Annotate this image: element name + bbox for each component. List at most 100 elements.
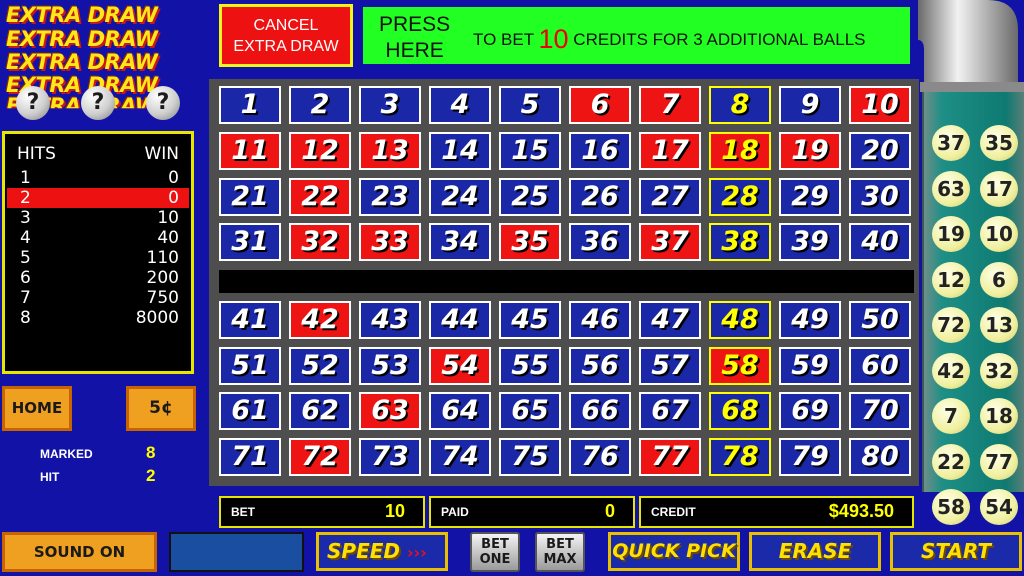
keno-number-10[interactable]: 10 bbox=[849, 86, 911, 124]
keno-number-32[interactable]: 32 bbox=[289, 223, 351, 261]
keno-number-37[interactable]: 37 bbox=[639, 223, 701, 261]
drawn-ball: 18 bbox=[980, 398, 1018, 434]
keno-number-75[interactable]: 75 bbox=[499, 438, 561, 476]
keno-number-30[interactable]: 30 bbox=[849, 178, 911, 216]
keno-number-62[interactable]: 62 bbox=[289, 392, 351, 430]
drawn-ball: 10 bbox=[980, 216, 1018, 252]
start-button[interactable]: START bbox=[890, 532, 1022, 571]
keno-number-50[interactable]: 50 bbox=[849, 301, 911, 339]
keno-number-45[interactable]: 45 bbox=[499, 301, 561, 339]
keno-number-58[interactable]: 58 bbox=[709, 347, 771, 385]
keno-number-47[interactable]: 47 bbox=[639, 301, 701, 339]
keno-number-69[interactable]: 69 bbox=[779, 392, 841, 430]
home-button[interactable]: HOME bbox=[2, 386, 72, 431]
keno-number-36[interactable]: 36 bbox=[569, 223, 631, 261]
bet-value: 10 bbox=[384, 501, 405, 521]
keno-number-6[interactable]: 6 bbox=[569, 86, 631, 124]
extra-draw-offer-button[interactable]: PRESS HERE TO BET 10 CREDITS FOR 3 ADDIT… bbox=[360, 4, 913, 67]
keno-number-67[interactable]: 67 bbox=[639, 392, 701, 430]
keno-number-57[interactable]: 57 bbox=[639, 347, 701, 385]
keno-number-66[interactable]: 66 bbox=[569, 392, 631, 430]
keno-number-12[interactable]: 12 bbox=[289, 132, 351, 170]
keno-number-53[interactable]: 53 bbox=[359, 347, 421, 385]
keno-number-48[interactable]: 48 bbox=[709, 301, 771, 339]
keno-number-21[interactable]: 21 bbox=[219, 178, 281, 216]
erase-button[interactable]: ERASE bbox=[749, 532, 881, 571]
keno-number-55[interactable]: 55 bbox=[499, 347, 561, 385]
keno-number-18[interactable]: 18 bbox=[709, 132, 771, 170]
keno-number-79[interactable]: 79 bbox=[779, 438, 841, 476]
speed-button[interactable]: SPEED ››› bbox=[316, 532, 448, 571]
keno-number-9[interactable]: 9 bbox=[779, 86, 841, 124]
keno-number-14[interactable]: 14 bbox=[429, 132, 491, 170]
pay-table-header: HITS WIN bbox=[17, 144, 179, 164]
hit-value: 2 bbox=[146, 466, 156, 485]
keno-number-1[interactable]: 1 bbox=[219, 86, 281, 124]
keno-number-3[interactable]: 3 bbox=[359, 86, 421, 124]
keno-number-60[interactable]: 60 bbox=[849, 347, 911, 385]
keno-number-4[interactable]: 4 bbox=[429, 86, 491, 124]
keno-number-19[interactable]: 19 bbox=[779, 132, 841, 170]
keno-number-77[interactable]: 77 bbox=[639, 438, 701, 476]
keno-number-34[interactable]: 34 bbox=[429, 223, 491, 261]
sound-toggle-button[interactable]: SOUND ON bbox=[2, 532, 157, 572]
keno-number-73[interactable]: 73 bbox=[359, 438, 421, 476]
keno-number-76[interactable]: 76 bbox=[569, 438, 631, 476]
bet-max-button[interactable]: BET MAX bbox=[535, 532, 585, 572]
keno-number-72[interactable]: 72 bbox=[289, 438, 351, 476]
keno-number-63[interactable]: 63 bbox=[359, 392, 421, 430]
keno-number-24[interactable]: 24 bbox=[429, 178, 491, 216]
keno-number-16[interactable]: 16 bbox=[569, 132, 631, 170]
cancel-extra-draw-button[interactable]: CANCEL EXTRA DRAW bbox=[219, 4, 353, 67]
keno-number-28[interactable]: 28 bbox=[709, 178, 771, 216]
paid-display: PAID 0 bbox=[429, 496, 635, 528]
keno-number-13[interactable]: 13 bbox=[359, 132, 421, 170]
keno-number-38[interactable]: 38 bbox=[709, 223, 771, 261]
keno-number-59[interactable]: 59 bbox=[779, 347, 841, 385]
keno-number-44[interactable]: 44 bbox=[429, 301, 491, 339]
keno-number-2[interactable]: 2 bbox=[289, 86, 351, 124]
keno-number-74[interactable]: 74 bbox=[429, 438, 491, 476]
keno-number-41[interactable]: 41 bbox=[219, 301, 281, 339]
keno-number-70[interactable]: 70 bbox=[849, 392, 911, 430]
keno-number-56[interactable]: 56 bbox=[569, 347, 631, 385]
keno-number-15[interactable]: 15 bbox=[499, 132, 561, 170]
keno-number-8[interactable]: 8 bbox=[709, 86, 771, 124]
keno-number-26[interactable]: 26 bbox=[569, 178, 631, 216]
keno-number-39[interactable]: 39 bbox=[779, 223, 841, 261]
keno-number-35[interactable]: 35 bbox=[499, 223, 561, 261]
mystery-ball-icon: ? bbox=[146, 86, 180, 120]
keno-number-71[interactable]: 71 bbox=[219, 438, 281, 476]
keno-number-29[interactable]: 29 bbox=[779, 178, 841, 216]
bet-one-button[interactable]: BET ONE bbox=[470, 532, 520, 572]
keno-number-78[interactable]: 78 bbox=[709, 438, 771, 476]
keno-number-68[interactable]: 68 bbox=[709, 392, 771, 430]
keno-number-64[interactable]: 64 bbox=[429, 392, 491, 430]
keno-number-23[interactable]: 23 bbox=[359, 178, 421, 216]
keno-number-5[interactable]: 5 bbox=[499, 86, 561, 124]
drawn-ball: 72 bbox=[932, 307, 970, 343]
keno-number-20[interactable]: 20 bbox=[849, 132, 911, 170]
keno-number-27[interactable]: 27 bbox=[639, 178, 701, 216]
keno-number-51[interactable]: 51 bbox=[219, 347, 281, 385]
pay-hits: 3 bbox=[20, 208, 31, 228]
keno-number-52[interactable]: 52 bbox=[289, 347, 351, 385]
keno-number-33[interactable]: 33 bbox=[359, 223, 421, 261]
denomination-button[interactable]: 5¢ bbox=[126, 386, 196, 431]
quick-pick-button[interactable]: QUICK PICK bbox=[608, 532, 740, 571]
keno-number-7[interactable]: 7 bbox=[639, 86, 701, 124]
keno-number-61[interactable]: 61 bbox=[219, 392, 281, 430]
keno-number-46[interactable]: 46 bbox=[569, 301, 631, 339]
keno-number-42[interactable]: 42 bbox=[289, 301, 351, 339]
keno-number-11[interactable]: 11 bbox=[219, 132, 281, 170]
keno-number-22[interactable]: 22 bbox=[289, 178, 351, 216]
keno-number-54[interactable]: 54 bbox=[429, 347, 491, 385]
keno-number-25[interactable]: 25 bbox=[499, 178, 561, 216]
keno-number-17[interactable]: 17 bbox=[639, 132, 701, 170]
keno-number-80[interactable]: 80 bbox=[849, 438, 911, 476]
keno-number-65[interactable]: 65 bbox=[499, 392, 561, 430]
keno-number-31[interactable]: 31 bbox=[219, 223, 281, 261]
keno-number-49[interactable]: 49 bbox=[779, 301, 841, 339]
keno-number-40[interactable]: 40 bbox=[849, 223, 911, 261]
keno-number-43[interactable]: 43 bbox=[359, 301, 421, 339]
